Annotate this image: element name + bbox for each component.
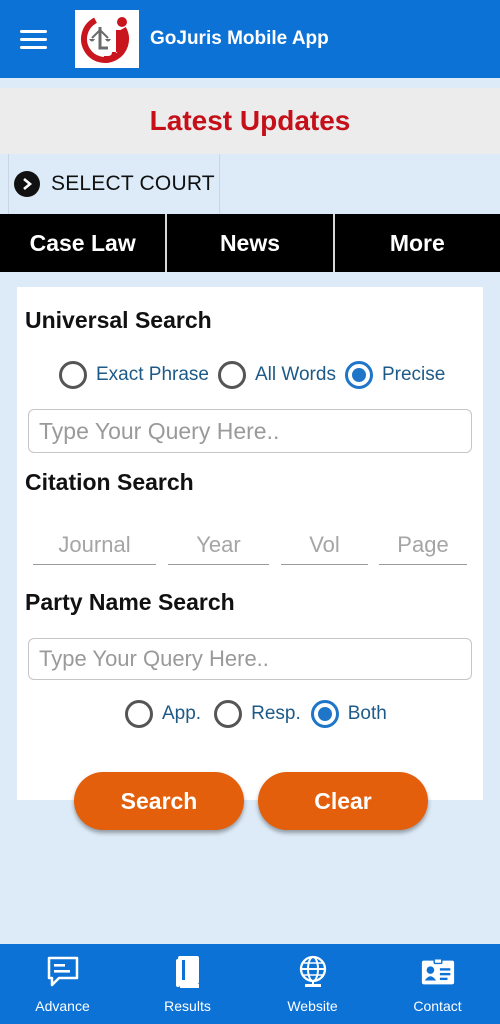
citation-page-input[interactable] — [379, 525, 467, 565]
radio-label: Resp. — [251, 703, 301, 724]
gojuris-logo-icon — [75, 10, 139, 68]
radio-appellant[interactable]: App. — [125, 700, 201, 728]
radio-circle — [125, 700, 153, 728]
universal-search-input[interactable] — [28, 409, 472, 453]
clear-button[interactable]: Clear — [258, 772, 428, 830]
radio-both[interactable]: Both — [310, 700, 387, 728]
category-tabs: Case Law News More — [0, 214, 500, 272]
citation-volume-input[interactable] — [281, 525, 368, 565]
radio-label: Exact Phrase — [96, 364, 209, 385]
radio-circle-selected — [310, 700, 339, 728]
app-title: GoJuris Mobile App — [150, 28, 329, 49]
nav-label: Results — [164, 998, 211, 1014]
radio-respondent[interactable]: Resp. — [214, 700, 301, 728]
radio-label: Both — [347, 703, 387, 724]
citation-journal-input[interactable] — [33, 525, 156, 565]
tab-label: More — [389, 229, 445, 256]
app-screen: GoJuris Mobile App Latest Updates SELECT… — [0, 0, 500, 1024]
tab-case-law[interactable]: Case Law — [0, 214, 168, 272]
tab-news[interactable]: News — [167, 214, 335, 272]
party-name-input[interactable] — [28, 638, 472, 680]
chevron-right-circle-icon — [14, 171, 40, 197]
citation-search-title: Citation Search — [25, 469, 194, 495]
radio-circle — [214, 700, 243, 728]
radio-label: Precise — [381, 364, 446, 385]
nav-label: Website — [287, 998, 338, 1014]
advance-search-icon — [45, 954, 81, 990]
nav-contact[interactable]: Contact — [375, 944, 500, 1024]
search-button[interactable]: Search — [74, 772, 244, 830]
radio-label: App. — [162, 703, 202, 724]
nav-advance[interactable]: Advance — [0, 944, 125, 1024]
party-role-group: App. Resp. Both — [125, 700, 387, 728]
party-name-search-title: Party Name Search — [25, 589, 235, 615]
citation-year-input[interactable] — [168, 525, 269, 565]
radio-circle — [59, 361, 87, 389]
tab-label: Case Law — [29, 229, 136, 256]
select-court-button[interactable]: SELECT COURT — [8, 154, 220, 214]
tab-more[interactable]: More — [335, 214, 500, 272]
latest-updates-bar[interactable]: Latest Updates — [0, 88, 500, 154]
radio-all-words[interactable]: All Words — [218, 361, 336, 389]
app-header: GoJuris Mobile App — [0, 0, 500, 78]
tab-label: News — [219, 229, 281, 256]
radio-circle-selected — [344, 361, 373, 389]
radio-circle — [218, 361, 246, 389]
search-card: Universal Search Exact Phrase All Words … — [17, 287, 483, 800]
nav-website[interactable]: Website — [250, 944, 375, 1024]
globe-icon — [295, 954, 331, 990]
radio-label: All Words — [255, 364, 336, 385]
universal-search-mode-group: Exact Phrase All Words Precise — [59, 361, 445, 389]
radio-precise[interactable]: Precise — [344, 361, 446, 389]
hamburger-menu-icon[interactable] — [20, 19, 64, 59]
select-court-label: SELECT COURT — [51, 172, 215, 195]
contact-card-icon — [420, 954, 456, 990]
nav-label: Advance — [35, 998, 90, 1014]
bottom-navigation: Advance Results Website Contact — [0, 944, 500, 1024]
latest-updates-title: Latest Updates — [149, 105, 351, 136]
book-icon — [170, 954, 206, 990]
universal-search-title: Universal Search — [25, 307, 212, 333]
radio-exact-phrase[interactable]: Exact Phrase — [59, 361, 209, 389]
nav-label: Contact — [413, 998, 462, 1014]
nav-results[interactable]: Results — [125, 944, 250, 1024]
